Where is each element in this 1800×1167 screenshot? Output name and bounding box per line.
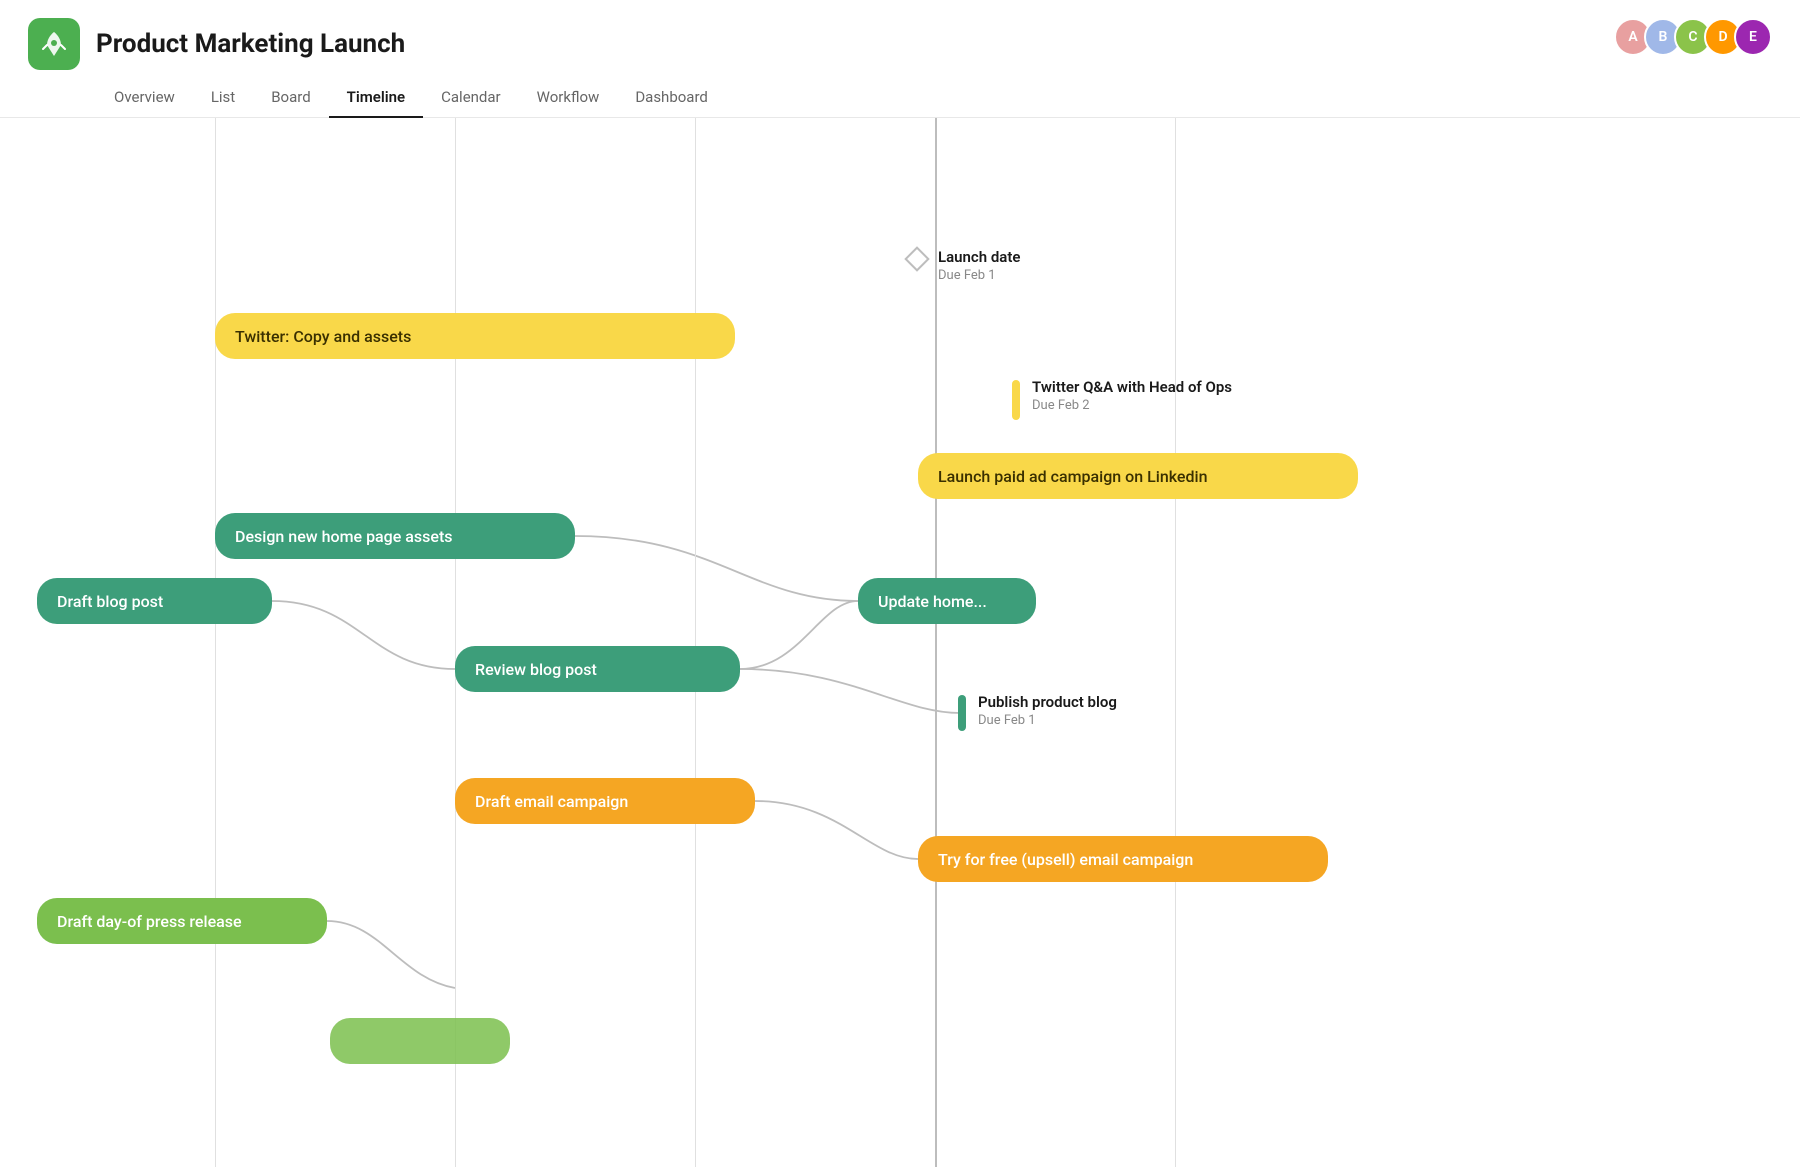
task-draft-press[interactable]: Draft day-of press release [37, 898, 327, 944]
task-try-free[interactable]: Try for free (upsell) email campaign [918, 836, 1328, 882]
task-review-blog[interactable]: Review blog post [455, 646, 740, 692]
rect-icon [1012, 380, 1020, 420]
milestone-launch-due: Due Feb 1 [938, 268, 1020, 283]
tab-workflow[interactable]: Workflow [519, 80, 618, 118]
tab-board[interactable]: Board [253, 80, 328, 118]
task-twitter-copy[interactable]: Twitter: Copy and assets [215, 313, 735, 359]
diamond-icon [904, 246, 929, 271]
tab-calendar[interactable]: Calendar [423, 80, 519, 118]
app-header: Product Marketing Launch A B C D E [0, 0, 1800, 70]
vline-2 [455, 118, 456, 1167]
milestone-launch-date: Launch date Due Feb 1 [908, 248, 1020, 283]
vline-1 [215, 118, 216, 1167]
task-design-home[interactable]: Design new home page assets [215, 513, 575, 559]
avatars-group: A B C D E [1614, 18, 1772, 56]
task-launch-paid[interactable]: Launch paid ad campaign on Linkedin [918, 453, 1358, 499]
vline-3 [695, 118, 696, 1167]
app-logo [28, 18, 80, 70]
milestone-publish-blog: Publish product blog Due Feb 1 [958, 693, 1117, 731]
milestone-blog-due: Due Feb 1 [978, 713, 1117, 728]
milestone-twitter-qa: Twitter Q&A with Head of Ops Due Feb 2 [1012, 378, 1232, 420]
project-title: Product Marketing Launch [96, 29, 405, 59]
tab-overview[interactable]: Overview [96, 80, 193, 118]
milestone-launch-title: Launch date [938, 248, 1020, 266]
tab-dashboard[interactable]: Dashboard [617, 80, 726, 118]
task-partial-bottom[interactable] [330, 1018, 510, 1064]
tab-list[interactable]: List [193, 80, 253, 118]
milestone-twitter-title: Twitter Q&A with Head of Ops [1032, 378, 1232, 396]
milestone-twitter-due: Due Feb 2 [1032, 398, 1232, 413]
task-draft-email[interactable]: Draft email campaign [455, 778, 755, 824]
connectors-overlay [0, 118, 1800, 1167]
timeline-canvas: Twitter: Copy and assets Design new home… [0, 118, 1800, 1167]
task-update-home[interactable]: Update home... [858, 578, 1036, 624]
rect-blog-icon [958, 695, 966, 731]
main-nav: Overview List Board Timeline Calendar Wo… [0, 70, 1800, 118]
task-draft-blog[interactable]: Draft blog post [37, 578, 272, 624]
milestone-blog-title: Publish product blog [978, 693, 1117, 711]
tab-timeline[interactable]: Timeline [329, 80, 423, 118]
vline-4 [1175, 118, 1176, 1167]
avatar-5: E [1734, 18, 1772, 56]
